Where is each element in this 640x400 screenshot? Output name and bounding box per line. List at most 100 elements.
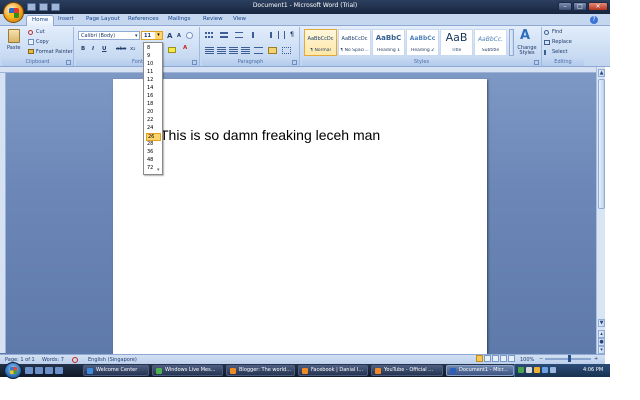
print-layout-view-icon[interactable] xyxy=(476,355,483,362)
taskbar-item[interactable]: Windows Live Mes... xyxy=(152,365,223,376)
font-size-chevron-down-icon[interactable]: ▾ xyxy=(155,32,162,39)
start-button[interactable] xyxy=(4,362,22,379)
borders-icon[interactable] xyxy=(282,47,291,54)
proofing-icon[interactable] xyxy=(72,357,78,363)
bold-button[interactable]: B xyxy=(81,46,85,52)
underline-button[interactable]: U xyxy=(102,46,106,52)
find-button[interactable]: Find xyxy=(552,29,562,35)
styles-launcher-icon[interactable] xyxy=(534,60,539,65)
justify-icon[interactable] xyxy=(241,47,250,54)
style-subtitle[interactable]: AaBbCc. Subtitle xyxy=(474,29,507,56)
font-size-option-11[interactable]: 11 xyxy=(146,69,161,77)
replace-button[interactable]: Replace xyxy=(552,39,572,45)
maximize-button[interactable]: □ xyxy=(573,2,587,11)
zoom-slider-thumb[interactable] xyxy=(568,355,571,362)
tab-home[interactable]: Home xyxy=(26,15,55,26)
document-text[interactable]: This is so damn freaking leceh man xyxy=(160,127,380,143)
clipboard-launcher-icon[interactable] xyxy=(66,60,71,65)
decrease-indent-icon[interactable] xyxy=(252,32,260,38)
document-page[interactable] xyxy=(113,79,487,354)
security-icon[interactable] xyxy=(534,367,540,373)
paragraph-launcher-icon[interactable] xyxy=(292,60,297,65)
font-size-option-16[interactable]: 16 xyxy=(146,93,161,101)
style-heading-1[interactable]: AaBbC Heading 1 xyxy=(372,29,405,56)
font-size-option-9[interactable]: 9 xyxy=(146,53,161,61)
paste-button[interactable]: Paste xyxy=(7,45,21,51)
next-page-button[interactable]: ▾ xyxy=(598,346,605,354)
highlight-icon[interactable] xyxy=(168,47,176,53)
show-desktop-icon[interactable] xyxy=(25,367,33,374)
line-spacing-icon[interactable] xyxy=(254,47,263,54)
font-size-option-36[interactable]: 36 xyxy=(146,149,161,157)
taskbar-item[interactable]: Document1 - Micr... xyxy=(446,365,514,376)
shading-icon[interactable] xyxy=(268,47,277,54)
strikethrough-button[interactable]: abe xyxy=(116,46,126,52)
taskbar-item[interactable]: Facebook | Danial I... xyxy=(298,365,368,376)
tab-mailings[interactable]: Mailings xyxy=(168,16,191,22)
language-indicator[interactable]: English (Singapore) xyxy=(88,357,137,363)
bullets-icon[interactable] xyxy=(205,32,213,38)
web-layout-view-icon[interactable] xyxy=(492,355,499,362)
font-name-combo[interactable]: Calibri (Body) ▾ xyxy=(78,31,140,40)
font-size-option-10[interactable]: 10 xyxy=(146,61,161,69)
outline-view-icon[interactable] xyxy=(500,355,507,362)
select-button[interactable]: Select xyxy=(552,49,567,55)
style-no-spacing[interactable]: AaBbCcDc ¶ No Spaci... xyxy=(338,29,371,56)
font-size-option-24[interactable]: 24 xyxy=(146,125,161,133)
subscript-button[interactable]: x₂ xyxy=(130,46,135,52)
close-button[interactable]: ✕ xyxy=(588,2,608,11)
font-name-chevron-down-icon[interactable]: ▾ xyxy=(135,33,138,39)
word-count[interactable]: Words: 7 xyxy=(42,357,64,363)
grow-font-icon[interactable]: A xyxy=(167,32,172,40)
network-icon[interactable] xyxy=(526,367,532,373)
font-color-icon[interactable]: A xyxy=(183,45,187,51)
increase-indent-icon[interactable] xyxy=(264,32,272,38)
sort-icon[interactable] xyxy=(278,31,285,39)
select-browse-object-button[interactable]: ● xyxy=(598,338,605,346)
tab-review[interactable]: Review xyxy=(203,16,223,22)
clear-formatting-icon[interactable] xyxy=(186,32,193,39)
clock[interactable]: 4:06 PM xyxy=(583,367,603,373)
cut-button[interactable]: Cut xyxy=(36,29,45,35)
switch-windows-icon[interactable] xyxy=(35,367,43,374)
taskbar-item[interactable]: Blogger: The world... xyxy=(226,365,295,376)
volume-icon[interactable] xyxy=(542,367,548,373)
align-center-icon[interactable] xyxy=(217,47,226,54)
dropdown-scroll-down-icon[interactable]: ▾ xyxy=(157,167,160,173)
font-size-option-12[interactable]: 12 xyxy=(146,77,161,85)
style-normal[interactable]: AaBbCcDc ¶ Normal xyxy=(304,29,337,56)
show-formatting-marks-icon[interactable]: ¶ xyxy=(290,31,294,38)
tab-view[interactable]: View xyxy=(233,16,246,22)
styles-gallery-scroll[interactable] xyxy=(509,29,514,56)
style-heading-2[interactable]: AaBbCc Heading 2 xyxy=(406,29,439,56)
help-icon[interactable]: ? xyxy=(590,16,598,24)
notification-icon[interactable] xyxy=(550,367,556,373)
italic-button[interactable]: I xyxy=(92,46,94,52)
scroll-down-button[interactable]: ▼ xyxy=(598,319,605,327)
format-painter-button[interactable]: Format Painter xyxy=(36,49,73,55)
font-size-option-26[interactable]: 26 xyxy=(146,133,161,141)
multilevel-list-icon[interactable] xyxy=(235,32,243,38)
full-screen-reading-view-icon[interactable] xyxy=(484,355,491,362)
copy-button[interactable]: Copy xyxy=(36,39,49,45)
align-left-icon[interactable] xyxy=(205,47,214,54)
office-button[interactable] xyxy=(3,2,24,23)
draft-view-icon[interactable] xyxy=(508,355,515,362)
taskbar-item[interactable]: YouTube - Official ... xyxy=(371,365,443,376)
zoom-in-icon[interactable]: + xyxy=(594,356,598,362)
shrink-font-icon[interactable]: A xyxy=(177,33,181,39)
font-size-option-18[interactable]: 18 xyxy=(146,101,161,109)
horizontal-ruler[interactable] xyxy=(0,67,596,73)
tab-references[interactable]: References xyxy=(128,16,159,22)
font-size-option-20[interactable]: 20 xyxy=(146,109,161,117)
internet-explorer-icon[interactable] xyxy=(45,367,53,374)
align-right-icon[interactable] xyxy=(229,47,238,54)
style-title[interactable]: AaB Title xyxy=(440,29,473,56)
taskbar-item[interactable]: Welcome Center xyxy=(83,365,149,376)
font-size-combo[interactable]: 11 ▾ xyxy=(141,31,163,40)
previous-page-button[interactable]: ▴ xyxy=(598,330,605,338)
font-size-option-14[interactable]: 14 xyxy=(146,85,161,93)
change-styles-button[interactable]: Change Styles xyxy=(516,46,538,56)
font-size-option-8[interactable]: 8 xyxy=(146,45,161,53)
font-size-option-28[interactable]: 28 xyxy=(146,141,161,149)
